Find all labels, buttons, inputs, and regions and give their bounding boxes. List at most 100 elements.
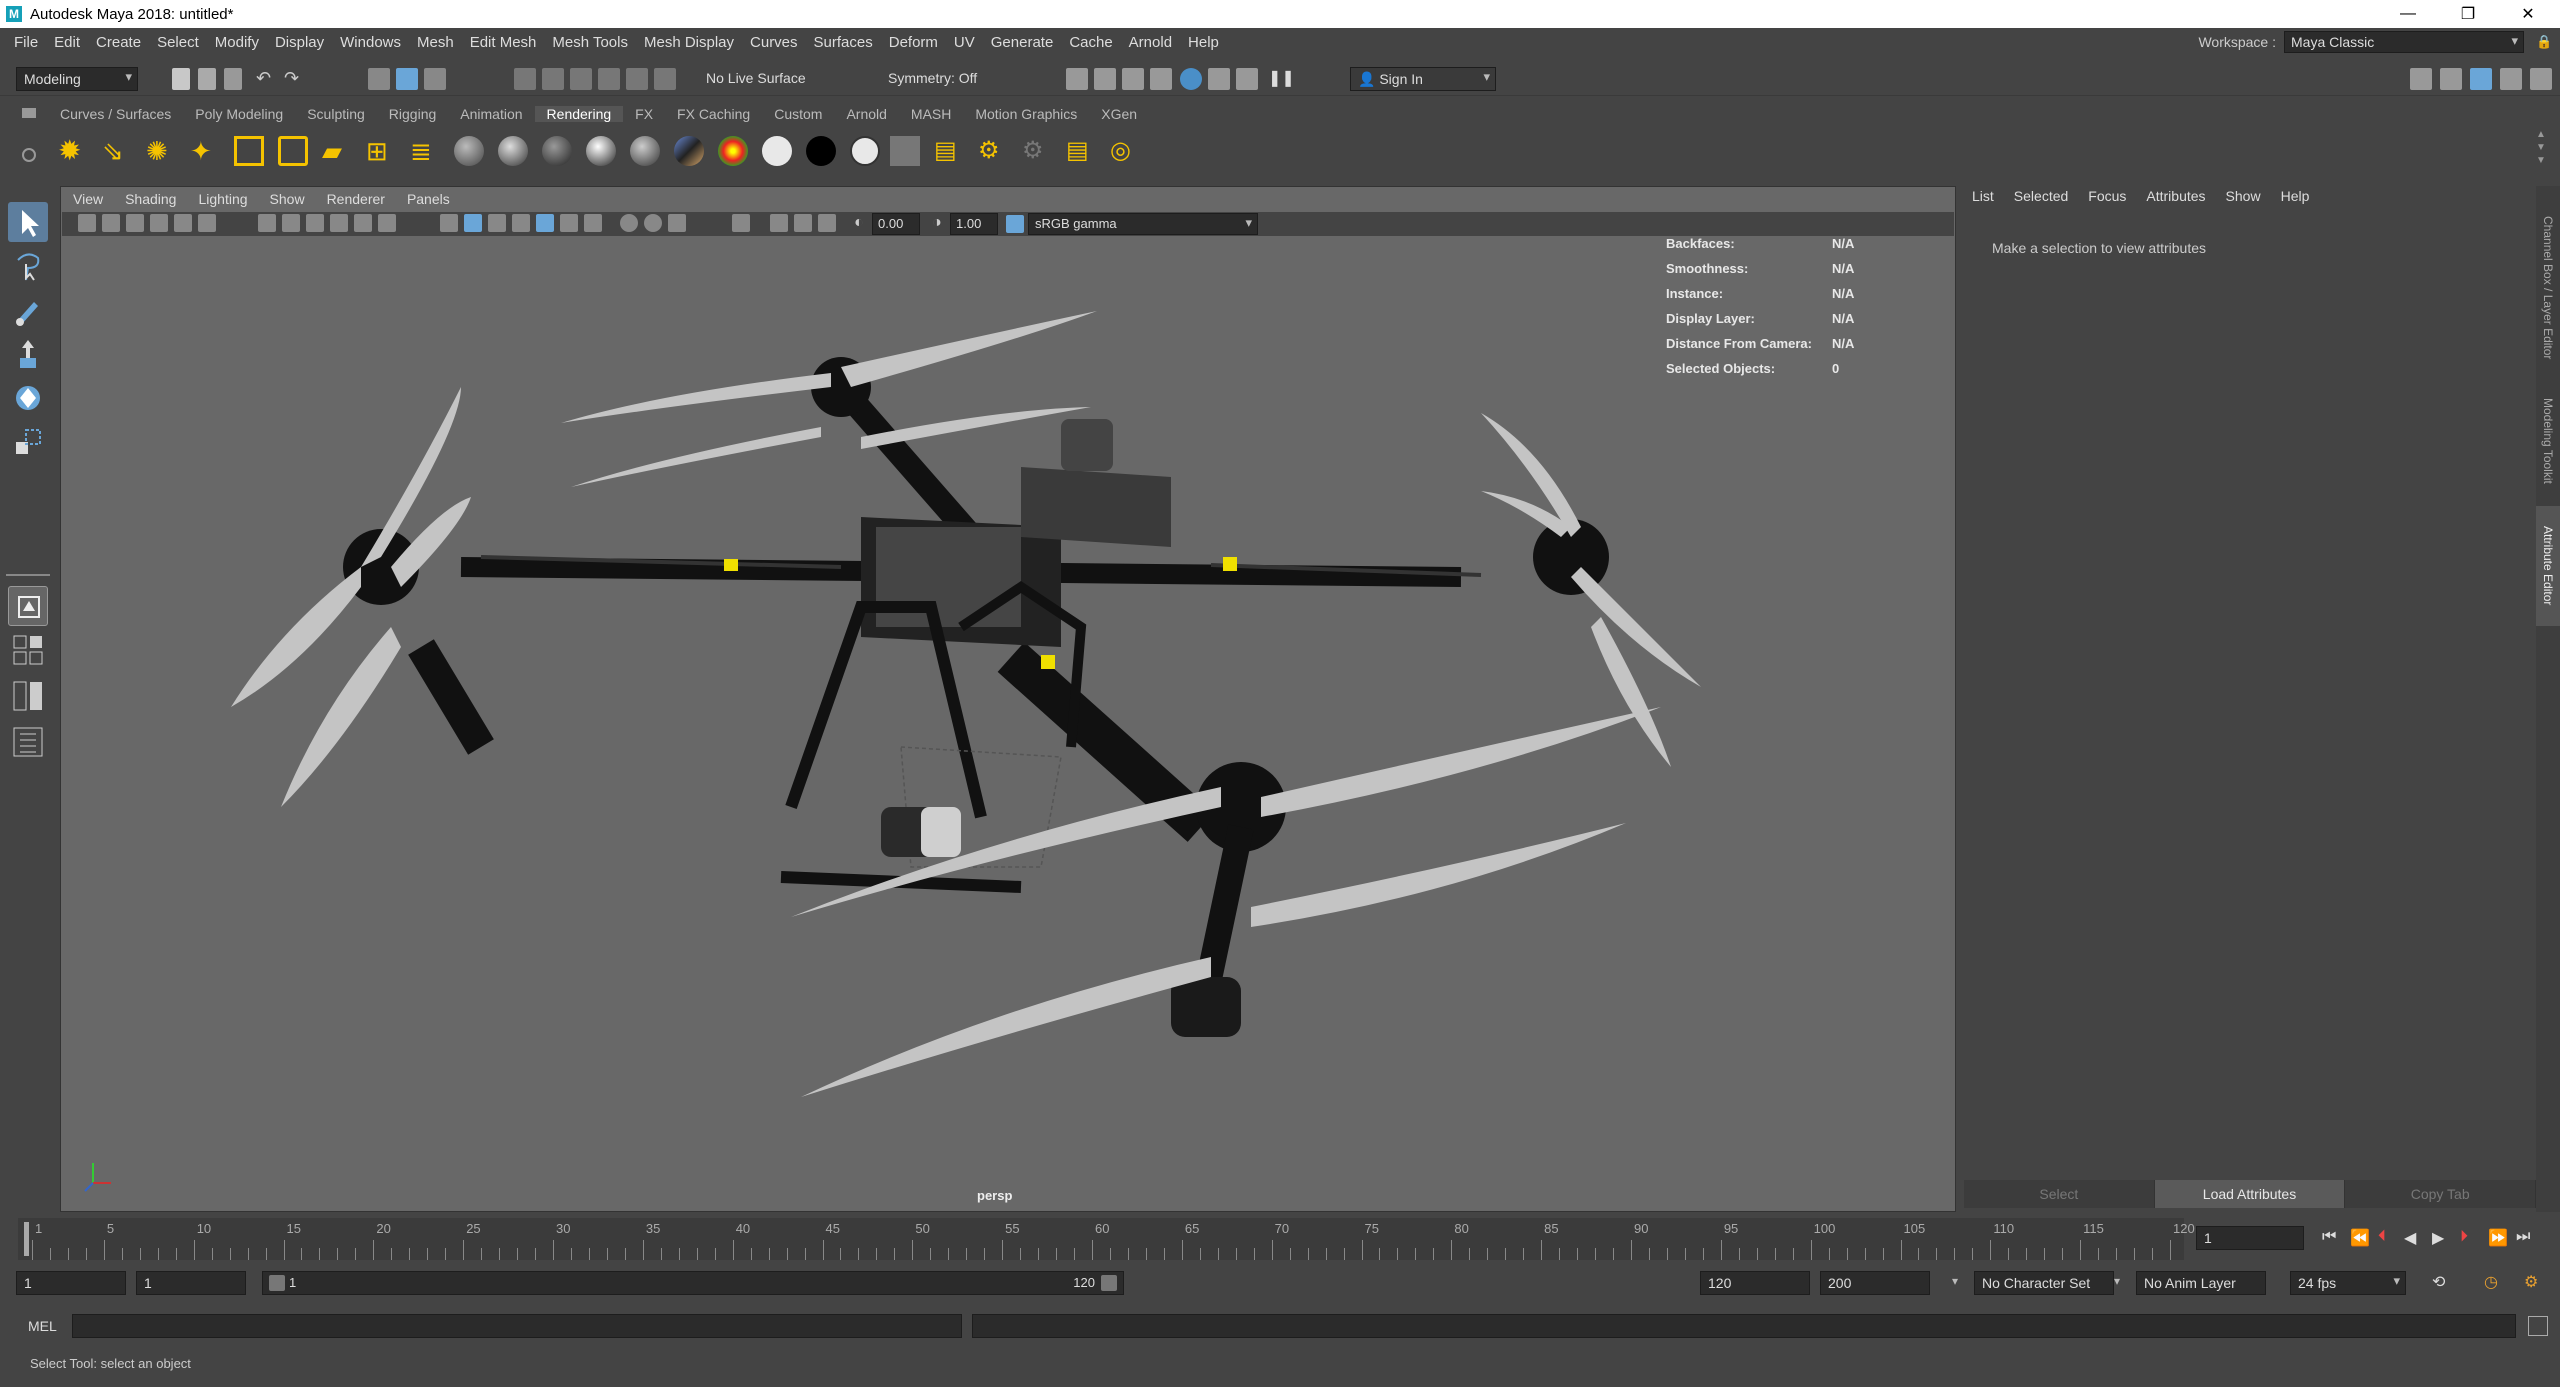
exposure-field[interactable]: 0.00: [872, 213, 920, 235]
viewport-menu-show[interactable]: Show: [259, 191, 316, 207]
go-to-start-icon[interactable]: ⏮: [2322, 1228, 2336, 1246]
ae-select-button[interactable]: Select: [1964, 1180, 2155, 1208]
shadows-icon[interactable]: [584, 214, 602, 232]
bookmarks-icon[interactable]: [126, 214, 144, 232]
shelf-menu-icon[interactable]: [22, 108, 36, 118]
shelf-scroll-arrows[interactable]: ▲ ▼ ▼: [2536, 128, 2548, 168]
go-to-end-icon[interactable]: ⏭: [2516, 1228, 2530, 1246]
view-transform-dropdown[interactable]: sRGB gamma: [1028, 213, 1258, 235]
playback-start-field[interactable]: 1: [136, 1271, 246, 1295]
wireframe-on-shaded-icon[interactable]: [512, 214, 530, 232]
save-scene-icon[interactable]: [224, 68, 242, 90]
ambient-occlusion-icon[interactable]: [620, 214, 638, 232]
resolution-gate-icon[interactable]: [306, 214, 324, 232]
menu-create[interactable]: Create: [88, 34, 149, 51]
snap-view-plane-icon[interactable]: [598, 68, 620, 90]
script-editor-icon[interactable]: [2528, 1316, 2548, 1336]
command-input[interactable]: [72, 1314, 962, 1338]
xray-icon[interactable]: [770, 214, 788, 232]
ipr-icon[interactable]: ⚙: [978, 136, 1008, 166]
viewport-menu-panels[interactable]: Panels: [396, 191, 461, 207]
anti-aliasing-icon[interactable]: [668, 214, 686, 232]
shelf-tab-arnold[interactable]: Arnold: [834, 106, 898, 122]
animation-preferences-icon[interactable]: ⚙: [2524, 1272, 2538, 1292]
single-perspective-view-icon[interactable]: [8, 586, 48, 626]
phonge-material-icon[interactable]: [586, 136, 616, 166]
paint-select-tool-icon[interactable]: [8, 290, 48, 330]
ipr-render-icon[interactable]: [1122, 68, 1144, 90]
open-scene-icon[interactable]: [198, 68, 216, 90]
current-frame-field[interactable]: 1: [2196, 1226, 2304, 1250]
menu-deform[interactable]: Deform: [881, 34, 946, 51]
anim-layer-arrow-icon[interactable]: ▾: [2114, 1274, 2120, 1288]
grid-toggle-icon[interactable]: [258, 214, 276, 232]
step-forward-key-icon[interactable]: ⏩: [2488, 1228, 2508, 1248]
new-scene-icon[interactable]: [172, 68, 190, 90]
layered-shader-icon[interactable]: [674, 136, 704, 166]
play-backwards-icon[interactable]: ◀: [2404, 1228, 2416, 1248]
color-management-icon[interactable]: [1006, 215, 1024, 233]
restore-button[interactable]: ❐: [2440, 0, 2496, 28]
loop-icon[interactable]: ⟲: [2432, 1272, 2445, 1292]
step-back-key-icon[interactable]: ⏪: [2350, 1228, 2370, 1248]
shelf-tab-fx[interactable]: FX: [623, 106, 665, 122]
character-set-arrow-icon[interactable]: ▾: [1952, 1274, 1958, 1288]
menu-set-dropdown[interactable]: Modeling: [16, 67, 138, 91]
ramp-shader-icon[interactable]: [718, 136, 748, 166]
image-plane-icon[interactable]: [150, 214, 168, 232]
step-forward-frame-icon[interactable]: ⏵: [2460, 1228, 2468, 1246]
menu-cache[interactable]: Cache: [1061, 34, 1120, 51]
script-language-label[interactable]: MEL: [28, 1318, 57, 1334]
workspace-dropdown[interactable]: Maya Classic: [2284, 31, 2524, 53]
batch-render-icon[interactable]: ⚙: [1022, 136, 1052, 166]
select-tool-icon[interactable]: [8, 202, 48, 242]
outliner-layout-icon[interactable]: [8, 722, 48, 762]
play-forwards-icon[interactable]: ▶: [2432, 1228, 2444, 1248]
menu-surfaces[interactable]: Surfaces: [806, 34, 881, 51]
shelf-tab-fx-caching[interactable]: FX Caching: [665, 106, 762, 122]
fps-dropdown[interactable]: 24 fps: [2290, 1271, 2406, 1295]
shelf-tab-animation[interactable]: Animation: [448, 106, 534, 122]
grease-pencil-icon[interactable]: [198, 214, 216, 232]
viewport-menu-shading[interactable]: Shading: [114, 191, 187, 207]
load-attributes-button[interactable]: Load Attributes: [2154, 1180, 2346, 1208]
menu-mesh-display[interactable]: Mesh Display: [636, 34, 742, 51]
ae-menu-focus[interactable]: Focus: [2078, 188, 2136, 204]
step-back-frame-icon[interactable]: ⏴: [2378, 1228, 2386, 1246]
close-button[interactable]: ✕: [2500, 0, 2556, 28]
volume-light-icon[interactable]: [278, 136, 308, 166]
snap-pivot-icon[interactable]: [654, 68, 676, 90]
smooth-shade-icon[interactable]: [464, 214, 482, 232]
render-view-icon[interactable]: [1066, 68, 1088, 90]
select-hierarchy-icon[interactable]: [368, 68, 390, 90]
menu-windows[interactable]: Windows: [332, 34, 409, 51]
hypershade-shelf-icon[interactable]: ◎: [1110, 136, 1140, 166]
xray-active-icon[interactable]: [794, 214, 812, 232]
viewport-menu-view[interactable]: View: [62, 191, 114, 207]
undo-icon[interactable]: ↶: [256, 68, 271, 89]
two-view-layout-icon[interactable]: [8, 676, 48, 716]
move-tool-icon[interactable]: [8, 334, 48, 374]
menu-edit[interactable]: Edit: [46, 34, 88, 51]
film-gate-icon[interactable]: [282, 214, 300, 232]
animation-end-field[interactable]: 200: [1820, 1271, 1930, 1295]
use-all-lights-icon[interactable]: [560, 214, 578, 232]
auto-key-icon[interactable]: ◷: [2484, 1272, 2498, 1292]
camera-attributes-icon[interactable]: [102, 214, 120, 232]
ae-menu-selected[interactable]: Selected: [2004, 188, 2078, 204]
time-slider[interactable]: 1 5 10 15 20 25 30 35 40 45 50 55 60 65 70 75 80 85 90 95 10…: [18, 1218, 2195, 1260]
blinn-material-icon[interactable]: [454, 136, 484, 166]
playback-end-field[interactable]: 120: [1700, 1271, 1810, 1295]
ae-menu-show[interactable]: Show: [2216, 188, 2271, 204]
menu-arnold[interactable]: Arnold: [1121, 34, 1180, 51]
menu-help[interactable]: Help: [1180, 34, 1227, 51]
use-background-icon[interactable]: [806, 136, 836, 166]
shelf-tab-curves-surfaces[interactable]: Curves / Surfaces: [48, 106, 183, 122]
menu-edit-mesh[interactable]: Edit Mesh: [462, 34, 545, 51]
snap-live-icon[interactable]: [626, 68, 648, 90]
render-setup-icon[interactable]: [1208, 68, 1230, 90]
select-camera-icon[interactable]: [78, 214, 96, 232]
side-tab-channel-box[interactable]: Channel Box / Layer Editor: [2536, 198, 2560, 378]
shelf-tab-xgen[interactable]: XGen: [1089, 106, 1149, 122]
shelf-tab-mash[interactable]: MASH: [899, 106, 963, 122]
